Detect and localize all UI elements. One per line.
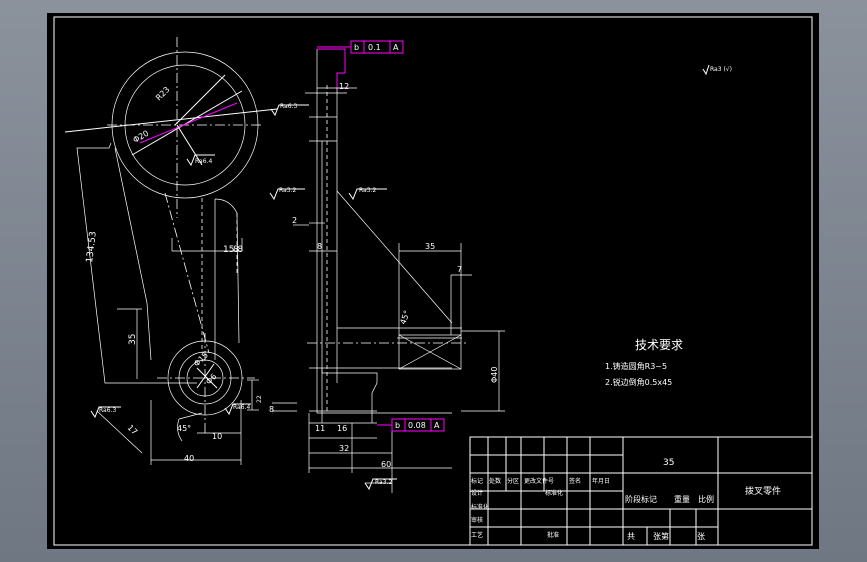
role-process: 工艺 xyxy=(471,531,483,539)
sheet-label: 张 xyxy=(697,532,705,541)
dim-d12: 17 xyxy=(126,423,140,437)
roughness-label-3: Ra3.2 xyxy=(279,187,296,194)
tech-req-item-2: 2.锐边倒角0.5x45 xyxy=(605,377,672,387)
stage-label: 阶段标记 xyxy=(625,494,657,504)
drawing-canvas[interactable]: 15.8 8 134.53 35 R23 Φ20 Φ15 Φ6 17 45° 1… xyxy=(47,13,819,549)
roughness-label-1: Ra6.3 xyxy=(280,103,297,110)
tech-req-title: 技术要求 xyxy=(635,338,683,352)
drawing-frame xyxy=(53,16,813,546)
material-label: 35 xyxy=(663,458,674,468)
tol-2-datum: A xyxy=(434,421,440,430)
dim-d3: 8 xyxy=(317,242,322,251)
dim-d14: 10 xyxy=(212,432,222,441)
dim-d25: Φ40 xyxy=(490,367,499,383)
tolerance-frame-1[interactable]: b 0.1 A xyxy=(317,40,404,54)
dim-d18: 11 xyxy=(315,424,325,433)
tol-2-symbol: b xyxy=(395,421,400,430)
roughness-left: Ra6.3 Ra6.4 Ra6.3 Ra6.4 xyxy=(90,103,309,419)
scale-label: 比例 xyxy=(698,494,714,504)
dim-d19: 16 xyxy=(337,424,347,433)
dim-d21: 60 xyxy=(381,460,391,469)
role-col-standard: 标准化 xyxy=(545,489,563,497)
tol-1-value: 0.1 xyxy=(368,43,381,52)
rev-header-2: 处数 xyxy=(489,477,501,485)
tolerance-frame-2[interactable]: b 0.08 A xyxy=(377,418,445,432)
drawing-sheet[interactable]: 15.8 8 134.53 35 R23 Φ20 Φ15 Φ6 17 45° 1… xyxy=(47,13,819,549)
dim-d9: Φ15 xyxy=(192,350,210,368)
role-review: 审核 xyxy=(471,516,483,524)
section-view xyxy=(272,48,505,493)
role-standard: 标准化 xyxy=(471,503,489,511)
roughness-label-4: Ra3.2 xyxy=(359,187,376,194)
dim-d24: 45° xyxy=(398,309,411,325)
rev-header-4: 更改文件号 xyxy=(524,477,554,485)
sheets-label: 张第 xyxy=(653,531,669,541)
dim-d2: 2 xyxy=(292,216,297,225)
dim-d7: 35 xyxy=(128,334,138,345)
role-col-approve: 批准 xyxy=(547,531,559,539)
cad-window: 15.8 8 134.53 35 R23 Φ20 Φ15 Φ6 17 45° 1… xyxy=(0,0,867,562)
roughness-label-5: Ra6.3 xyxy=(99,407,116,414)
tol-1-symbol: b xyxy=(354,43,359,52)
dim-d23: 7 xyxy=(457,265,462,274)
part-name: 拨叉零件 xyxy=(745,485,781,497)
rev-header-3: 分区 xyxy=(507,477,519,485)
dim-d8: R23 xyxy=(154,85,172,103)
general-roughness: Ra3 (√) xyxy=(702,64,732,76)
dim-d20: 32 xyxy=(339,444,349,453)
general-roughness-label: Ra3 (√) xyxy=(710,66,732,73)
roughness-label-6: Ra6.4 xyxy=(233,404,250,411)
dim-d13: 45° xyxy=(177,424,191,433)
technical-requirements: 技术要求 1.铸造圆角R3~5 2.锐边倒角0.5x45 xyxy=(605,338,683,387)
rev-header-6: 年月日 xyxy=(592,477,610,485)
role-design: 设计 xyxy=(471,489,483,497)
roughness-label-2: Ra6.4 xyxy=(195,158,212,165)
dim-d16: 22 xyxy=(256,395,263,403)
dim-d22: 35 xyxy=(425,242,435,251)
title-block-text: 标记 处数 分区 更改文件号 签名 年月日 设计 标准化 审核 工艺 标准化 批… xyxy=(471,458,781,541)
rev-header-1: 标记 xyxy=(471,477,483,485)
dim-d15: 40 xyxy=(184,454,194,463)
rev-header-5: 签名 xyxy=(569,477,581,485)
weight-label: 重量 xyxy=(674,494,690,504)
tech-req-item-1: 1.铸造圆角R3~5 xyxy=(605,361,667,371)
tol-2-value: 0.08 xyxy=(408,421,426,430)
tol-1-datum: A xyxy=(393,43,399,52)
total-label: 共 xyxy=(627,532,635,541)
dim-d17: 8 xyxy=(269,405,274,414)
roughness-middle: Ra3.2 Ra3.2 Ra3.2 xyxy=(269,187,397,491)
roughness-label-7: Ra3.2 xyxy=(375,479,392,486)
dim-d1: 12 xyxy=(339,82,349,91)
left-view xyxy=(64,37,278,465)
dim-d5: 8 xyxy=(233,245,239,255)
